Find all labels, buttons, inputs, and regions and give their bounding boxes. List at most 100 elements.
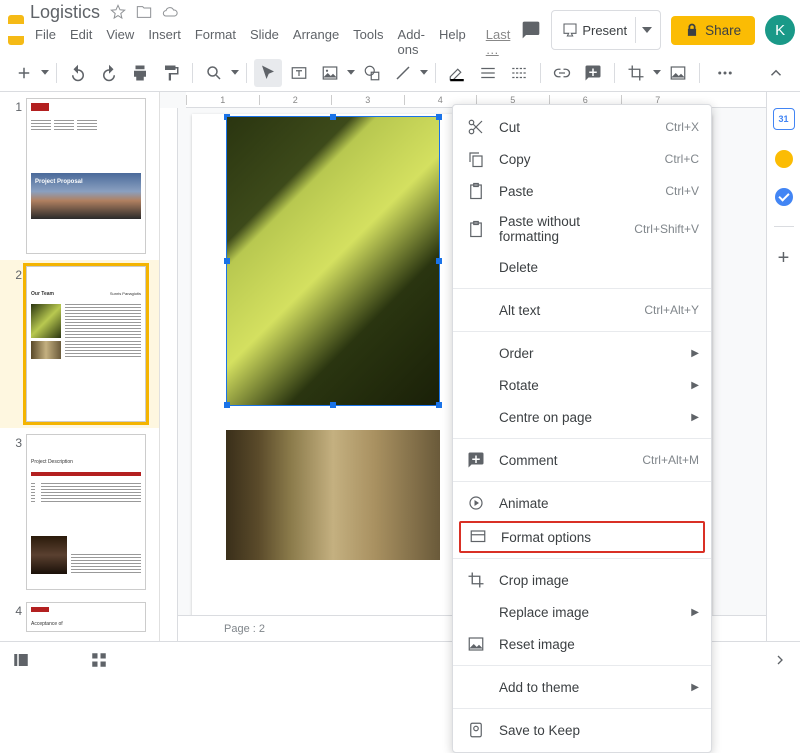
share-button[interactable]: Share <box>671 16 755 45</box>
line-tool[interactable] <box>389 59 417 87</box>
slide-number: 4 <box>6 602 22 632</box>
ctx-paste-no-format[interactable]: Paste without formatting Ctrl+Shift+V <box>453 207 711 251</box>
menu-view[interactable]: View <box>101 25 139 59</box>
insert-comment-button[interactable] <box>579 59 607 87</box>
present-button[interactable]: Present <box>551 10 661 50</box>
reset-image-button[interactable] <box>664 59 692 87</box>
paste-icon <box>467 182 485 200</box>
toolbar-collapse-button[interactable] <box>762 59 790 87</box>
comment-icon <box>467 451 485 469</box>
ctx-save-keep[interactable]: Save to Keep <box>453 714 711 746</box>
move-folder-icon[interactable] <box>136 4 152 20</box>
menu-tools[interactable]: Tools <box>348 25 388 59</box>
ctx-comment[interactable]: Comment Ctrl+Alt+M <box>453 444 711 476</box>
menu-insert[interactable]: Insert <box>143 25 186 59</box>
ctx-add-theme[interactable]: Add to theme ▶ <box>453 671 711 703</box>
insert-link-button[interactable] <box>548 59 576 87</box>
print-button[interactable] <box>126 59 154 87</box>
new-slide-caret[interactable] <box>41 70 49 75</box>
paste-plain-icon <box>467 220 485 238</box>
vertical-ruler[interactable] <box>160 108 178 641</box>
zoom-caret[interactable] <box>231 70 239 75</box>
menu-slide[interactable]: Slide <box>245 25 284 59</box>
zoom-button[interactable] <box>200 59 228 87</box>
blank-icon <box>467 301 485 319</box>
main-toolbar <box>0 54 800 92</box>
slide-thumbnail-3[interactable]: Project Description <box>26 434 146 590</box>
ctx-replace-image[interactable]: Replace image ▶ <box>453 596 711 628</box>
star-icon[interactable] <box>110 4 126 20</box>
ctx-alt-text[interactable]: Alt text Ctrl+Alt+Y <box>453 294 711 326</box>
menu-file[interactable]: File <box>30 25 61 59</box>
ctx-order[interactable]: Order ▶ <box>453 337 711 369</box>
ctx-centre[interactable]: Centre on page ▶ <box>453 401 711 433</box>
grid-view-icon[interactable] <box>90 651 108 669</box>
image-caret[interactable] <box>347 70 355 75</box>
slide-thumbnail-4[interactable]: Acceptance of <box>26 602 146 632</box>
slide-thumbnail-1[interactable]: Project Proposal <box>26 98 146 254</box>
redo-button[interactable] <box>95 59 123 87</box>
format-options-icon <box>469 528 487 546</box>
slides-logo[interactable] <box>8 15 24 45</box>
document-title[interactable]: Logistics <box>30 2 100 23</box>
mask-caret[interactable] <box>653 70 661 75</box>
crop-button[interactable] <box>622 59 650 87</box>
ctx-paste-shortcut: Ctrl+V <box>665 184 699 198</box>
ctx-copy-label: Copy <box>499 152 531 167</box>
tasks-addon-icon[interactable] <box>775 188 793 206</box>
present-options-caret[interactable] <box>635 17 658 43</box>
calendar-addon-icon[interactable]: 31 <box>773 108 795 130</box>
slide-filmstrip[interactable]: 1 Project Proposal 2 <box>0 92 160 641</box>
side-panel-toggle-icon[interactable] <box>772 652 788 668</box>
get-addons-button[interactable]: + <box>778 247 790 270</box>
account-avatar[interactable]: K <box>765 15 795 45</box>
select-tool[interactable] <box>254 59 282 87</box>
border-dash-button[interactable] <box>505 59 533 87</box>
thumb1-title: Project Proposal <box>35 179 83 186</box>
line-caret[interactable] <box>420 70 428 75</box>
undo-button[interactable] <box>64 59 92 87</box>
ctx-reset-image[interactable]: Reset image <box>453 628 711 660</box>
border-color-button[interactable] <box>443 59 471 87</box>
ctx-format-options[interactable]: Format options <box>459 521 705 553</box>
ctx-cut[interactable]: Cut Ctrl+X <box>453 111 711 143</box>
open-comments-icon[interactable] <box>521 20 541 40</box>
border-weight-button[interactable] <box>474 59 502 87</box>
paint-format-button[interactable] <box>157 59 185 87</box>
toolbar-more-button[interactable] <box>711 59 739 87</box>
image-placeholder-warehouse-boxes <box>226 430 440 560</box>
filmstrip-view-icon[interactable] <box>12 651 30 669</box>
ctx-crop-image[interactable]: Crop image <box>453 564 711 596</box>
last-edit-link[interactable]: Last … <box>481 25 516 59</box>
context-menu: Cut Ctrl+X Copy Ctrl+C Paste Ctrl+V Past… <box>452 104 712 753</box>
selected-image[interactable] <box>226 116 440 406</box>
new-slide-button[interactable] <box>10 59 38 87</box>
ctx-copy[interactable]: Copy Ctrl+C <box>453 143 711 175</box>
ctx-copy-shortcut: Ctrl+C <box>665 152 699 166</box>
textbox-tool[interactable] <box>285 59 313 87</box>
shape-tool[interactable] <box>358 59 386 87</box>
submenu-arrow-icon: ▶ <box>691 412 699 423</box>
cloud-status-icon[interactable] <box>162 4 178 20</box>
menu-help[interactable]: Help <box>434 25 471 59</box>
menu-addons[interactable]: Add-ons <box>393 25 430 59</box>
keep-icon <box>467 721 485 739</box>
blank-icon <box>467 258 485 276</box>
reset-image-icon <box>467 635 485 653</box>
ctx-cut-label: Cut <box>499 120 520 135</box>
secondary-image[interactable] <box>226 430 440 560</box>
animate-icon <box>467 494 485 512</box>
ctx-paste[interactable]: Paste Ctrl+V <box>453 175 711 207</box>
slide-number: 2 <box>6 266 22 422</box>
menu-edit[interactable]: Edit <box>65 25 97 59</box>
menu-arrange[interactable]: Arrange <box>288 25 344 59</box>
menu-format[interactable]: Format <box>190 25 241 59</box>
ctx-animate[interactable]: Animate <box>453 487 711 519</box>
slide-thumbnail-2[interactable]: Our Team Sunris Panagiotis <box>26 266 146 422</box>
ctx-delete[interactable]: Delete <box>453 251 711 283</box>
image-tool[interactable] <box>316 59 344 87</box>
keep-addon-icon[interactable] <box>775 150 793 168</box>
ctx-delete-label: Delete <box>499 260 538 275</box>
ctx-rotate[interactable]: Rotate ▶ <box>453 369 711 401</box>
crop-icon <box>467 571 485 589</box>
